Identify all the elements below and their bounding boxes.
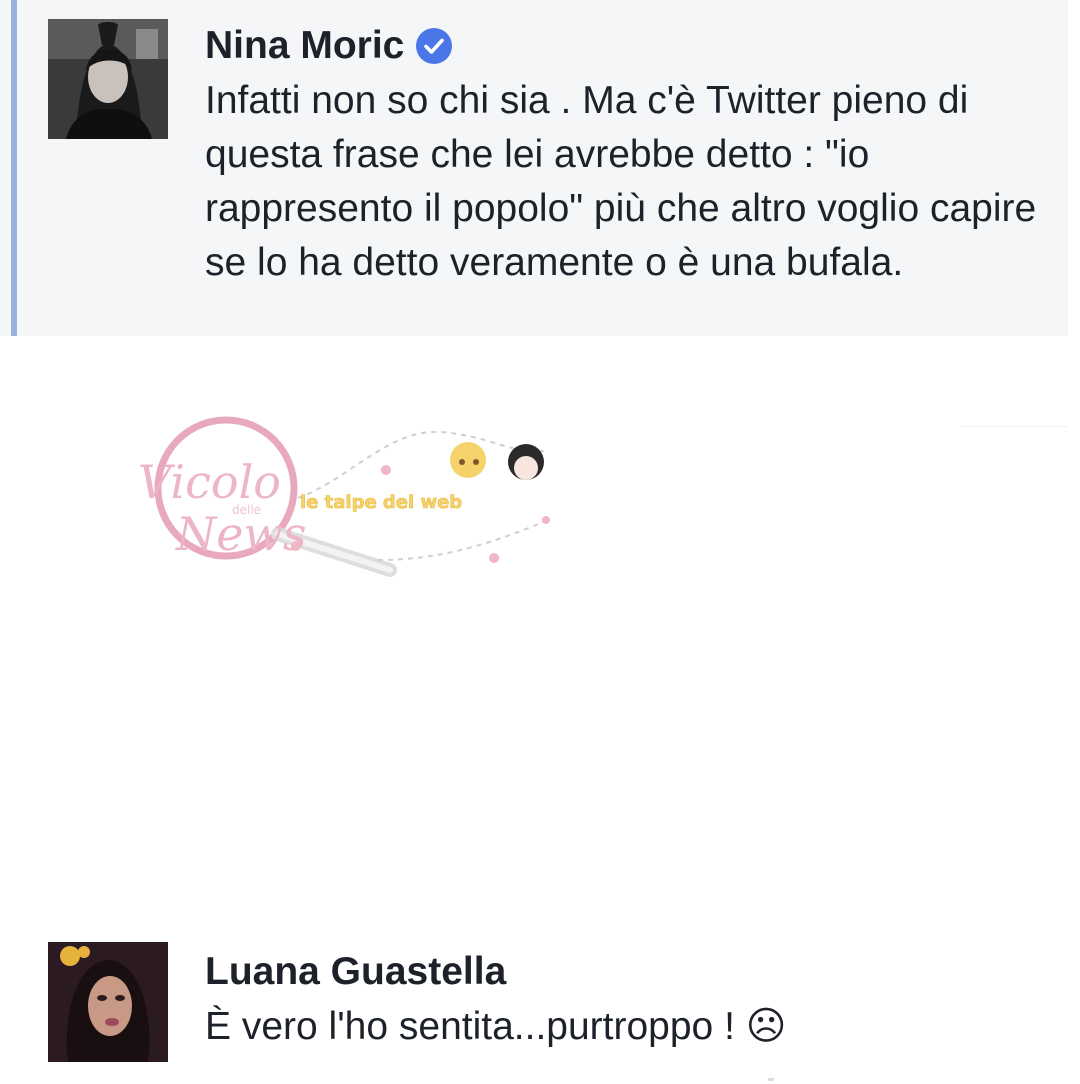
comment-author[interactable]: Luana Guastella [205, 950, 506, 994]
divider [960, 426, 1068, 427]
watermark-brand-script: Vicolo [138, 455, 281, 509]
comment-text: È vero l'ho sentita...purtroppo ! ☹ [205, 1005, 787, 1048]
divider [768, 1078, 774, 1081]
comment-author[interactable]: Nina Moric [205, 24, 453, 68]
watermark-brand-script-2: News [175, 507, 306, 561]
comment-text: Infatti non so chi sia . Ma c'è Twitter … [205, 79, 1037, 284]
avatar[interactable] [48, 19, 168, 139]
watermark-tagline: le talpe del web [300, 492, 462, 513]
highlight-accent-bar [11, 0, 17, 336]
verified-badge-icon [416, 28, 453, 64]
author-name[interactable]: Nina Moric [205, 24, 404, 68]
author-name[interactable]: Luana Guastella [205, 950, 506, 994]
avatar[interactable] [48, 942, 168, 1062]
watermark-logo: Vicolo delle News le talpe del web [128, 410, 578, 600]
